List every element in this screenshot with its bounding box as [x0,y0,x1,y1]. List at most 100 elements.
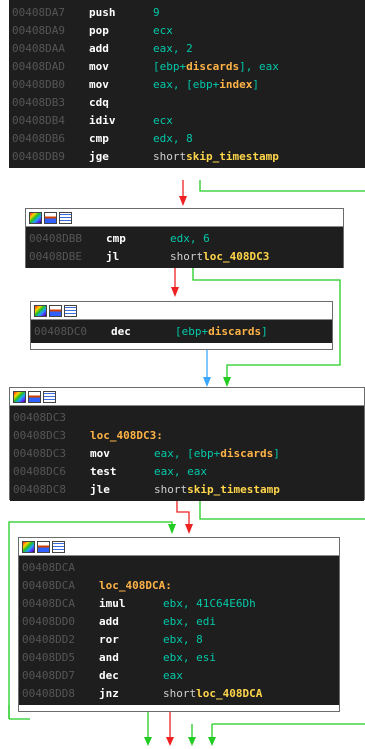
operand: edx, 8 [153,131,193,145]
grid-icon[interactable] [59,211,72,224]
block-3-code: 00408DC3 00408DC3 loc_408DC3: 00408DC3 mov ea… [10,406,364,501]
arrowhead-out-green3 [208,737,216,746]
palette-icon[interactable] [13,390,26,403]
address: 00408DAD [12,59,65,73]
palette-icon[interactable] [29,211,42,224]
address: 00408DA9 [12,23,65,37]
operand: ebx, 41C64E6Dh [163,596,256,610]
basic-block-0[interactable]: 00408DA7 push 9 00408DA9 pop ecx 00408DAA add ea… [9,0,365,180]
chart-icon[interactable] [37,540,50,553]
asm-line[interactable]: 00408DD7 dec eax [22,666,336,684]
address: 00408DB6 [12,131,65,145]
palette-icon[interactable] [34,304,47,317]
asm-line[interactable]: 00408DC3 mov eax, [ebp+ discards] [13,444,361,462]
address: 00408DB4 [12,113,65,127]
asm-line[interactable]: 00408DBB cmp edx, 6 [29,229,340,247]
basic-block-1[interactable]: 00408DBB cmp edx, 6 00408DBE jl short loc_408… [25,208,344,268]
block-1-code: 00408DBB cmp edx, 6 00408DBE jl short loc_408… [26,227,343,268]
address: 00408DC3 [13,428,66,442]
asm-line[interactable]: 00408DCA imul ebx, 41C64E6Dh [22,594,336,612]
branch-target[interactable]: skip_timestamp [186,150,279,163]
branch-target[interactable]: loc_408DCA [196,687,262,700]
code-label[interactable]: loc_408DC3: [90,429,163,442]
chart-icon[interactable] [49,304,62,317]
asm-line[interactable]: 00408DB6 cmp edx, 8 [12,129,362,147]
operand: ebx, esi [163,650,216,664]
arrowhead-into-b4-green [168,524,176,534]
asm-line[interactable]: 00408DC0 dec [ebp+ discards] [34,322,329,340]
address: 00408DD0 [22,614,75,628]
asm-line[interactable]: 00408DAA add eax, 2 [12,39,362,57]
operand: ebx, 8 [163,632,203,646]
asm-line[interactable]: 00408DA7 push 9 [12,3,362,21]
address: 00408DB3 [12,95,65,109]
mnemonic: add [89,41,109,55]
address: 00408DBE [29,249,82,263]
arrowhead-out-green2 [188,737,196,746]
asm-line[interactable]: 00408DCA loc_408DCA: [22,576,336,594]
asm-line[interactable]: 00408DD0 add ebx, edi [22,612,336,630]
mnemonic: dec [111,324,131,338]
asm-line[interactable]: 00408DD8 jnz short loc_408DCA [22,684,336,702]
asm-line[interactable]: 00408DD5 and ebx, esi [22,648,336,666]
mnemonic: pop [89,23,109,37]
basic-block-3[interactable]: 00408DC3 00408DC3 loc_408DC3: 00408DC3 mov ea… [9,387,365,501]
operand: short [170,249,204,263]
edge-b3-green[interactable] [199,500,365,520]
edge-b0-green[interactable] [199,180,365,192]
asm-line[interactable]: 00408DB4 idiv ecx [12,111,362,129]
asm-line[interactable]: 00408DC3 loc_408DC3: [13,426,361,444]
asm-line[interactable]: 00408DC6 test eax, eax [13,462,361,480]
address: 00408DD8 [22,686,75,700]
operand: ebx, edi [163,614,216,628]
stack-variable[interactable]: index [219,78,252,91]
asm-line[interactable]: 00408DA9 pop ecx [12,21,362,39]
basic-block-2[interactable]: 00408DC0 dec [ebp+ discards] [30,301,333,350]
asm-line[interactable]: 00408DD2 ror ebx, 8 [22,630,336,648]
mnemonic: add [99,614,119,628]
asm-line[interactable]: 00408DC8 jle short skip_timestamp [13,480,361,498]
address: 00408DC8 [13,482,66,496]
arrowhead-out-red [166,737,174,746]
stack-variable[interactable]: discards [220,447,273,460]
basic-block-4[interactable]: 00408DCA 00408DCA loc_408DCA: 00408DCA imul e… [18,537,340,712]
asm-line[interactable]: 00408DB9 jge short skip_timestamp [12,147,362,165]
address: 00408DC3 [13,446,66,460]
grid-icon[interactable] [52,540,65,553]
address: 00408DC0 [34,324,87,338]
edge-b4-out-green3[interactable] [211,723,365,737]
grid-icon[interactable] [43,390,56,403]
address: 00408DA7 [12,5,65,19]
operand: ] [273,446,280,460]
operand: eax, eax [154,464,207,478]
asm-line[interactable]: 00408DCA [22,558,336,576]
chart-icon[interactable] [28,390,41,403]
operand: short [154,482,188,496]
mnemonic: imul [99,596,126,610]
operand: ecx [153,23,173,37]
palette-icon[interactable] [22,540,35,553]
stack-variable[interactable]: discards [208,325,261,338]
mnemonic: jle [90,482,110,496]
asm-line[interactable]: 00408DB3 cdq [12,93,362,111]
operand: short [163,686,197,700]
arrowhead-b2-blue [203,377,211,387]
mnemonic: jge [89,149,109,163]
branch-target[interactable]: skip_timestamp [187,483,280,496]
operand: ], eax [239,59,279,73]
edge-b3-red[interactable] [176,500,190,524]
mnemonic: test [90,464,117,478]
asm-line[interactable]: 00408DC3 [13,408,361,426]
asm-line[interactable]: 00408DAD mov [ebp+ discards], eax [12,57,362,75]
stack-variable[interactable]: discards [186,60,239,73]
mnemonic: cmp [89,131,109,145]
grid-icon[interactable] [64,304,77,317]
chart-icon[interactable] [44,211,57,224]
address: 00408DD2 [22,632,75,646]
branch-target[interactable]: loc_408DC3 [203,250,269,263]
asm-line[interactable]: 00408DB0 mov eax, [ebp+ index] [12,75,362,93]
asm-line[interactable]: 00408DBE jl short loc_408DC3 [29,247,340,265]
code-label[interactable]: loc_408DCA: [99,579,172,592]
address: 00408DB0 [12,77,65,91]
block-2-code: 00408DC0 dec [ebp+ discards] [31,320,332,343]
